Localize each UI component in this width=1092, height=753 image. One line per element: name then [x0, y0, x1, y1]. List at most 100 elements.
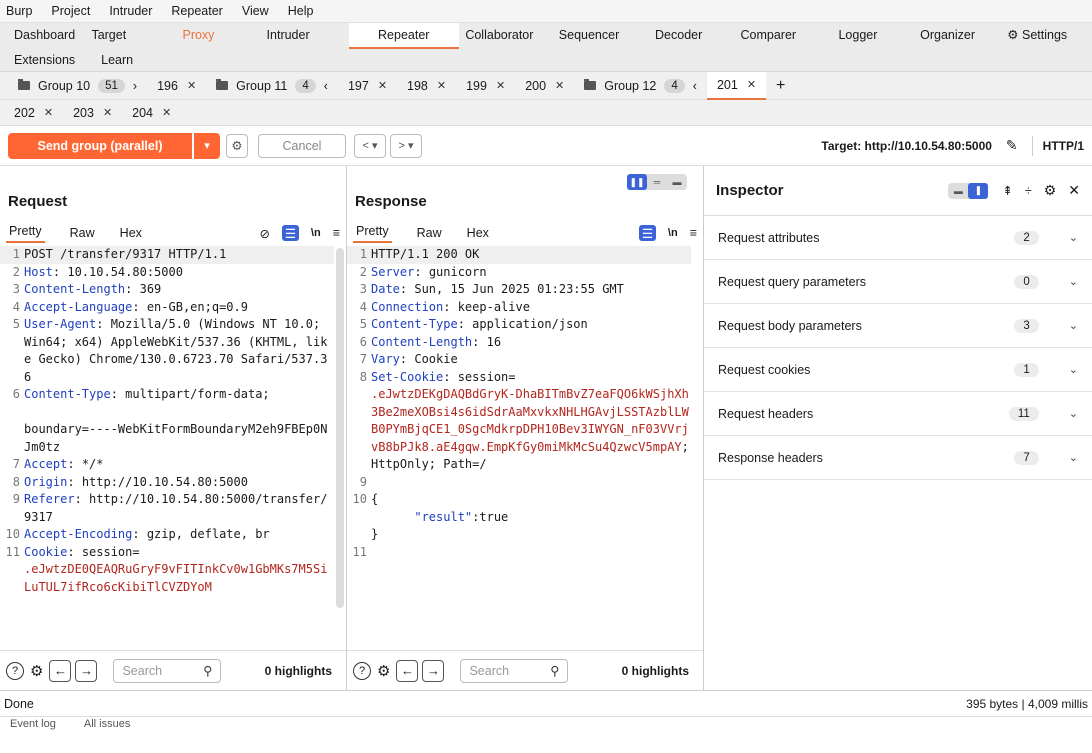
chevron-right-icon[interactable]: › [133, 79, 137, 93]
inspector-section[interactable]: Request cookies 1 ⌄ [704, 348, 1092, 392]
tab-raw[interactable]: Raw [70, 226, 95, 240]
layout-side-icon[interactable]: ❚ [968, 182, 989, 199]
repeater-tab-active[interactable]: 201 ✕ [706, 71, 767, 100]
group-tab-12[interactable]: Group 12 4 ‹ [574, 72, 707, 100]
help-icon[interactable]: ? [6, 661, 24, 680]
chevron-down-icon[interactable]: ⌄ [1069, 231, 1078, 244]
close-icon[interactable]: ✕ [1068, 182, 1080, 199]
repeater-tab[interactable]: 204 ✕ [122, 99, 181, 127]
scrollbar[interactable] [336, 248, 344, 608]
menu-help[interactable]: Help [288, 4, 314, 18]
newline-icon[interactable]: \n [311, 227, 321, 239]
gear-icon[interactable]: ⚙ [377, 662, 390, 680]
expand-all-icon[interactable]: ⇞ [1002, 183, 1012, 198]
tab-intruder[interactable]: Intruder [233, 23, 343, 49]
close-icon[interactable]: ✕ [496, 79, 505, 92]
cookie-value: .eJwtzDEKgDAQBdGryK-DhaBITmBvZ7eaFQO6kWS… [371, 387, 689, 454]
chevron-down-icon[interactable]: ⌄ [1069, 363, 1078, 376]
forward-button[interactable]: > ▾ [390, 133, 422, 158]
split-view-icon[interactable]: ❚❚ [627, 174, 647, 190]
close-icon[interactable]: ✕ [162, 106, 171, 119]
tab-raw[interactable]: Raw [417, 226, 442, 240]
send-options-dropdown[interactable]: ▾ [194, 132, 220, 159]
close-icon[interactable]: ✕ [747, 78, 756, 91]
line-content: HTTP/1.1 200 OK [371, 246, 691, 264]
prev-match-button[interactable]: ← [396, 659, 419, 682]
repeater-tab[interactable]: 198 ✕ [397, 72, 456, 100]
tab-learn[interactable]: Learn [101, 53, 133, 67]
edit-target-icon[interactable]: ✎ [1006, 137, 1018, 154]
close-icon[interactable]: ✕ [44, 106, 53, 119]
format-icon[interactable]: ☰ [638, 225, 656, 241]
repeater-tab[interactable]: 196 ✕ [147, 72, 206, 100]
request-editor[interactable]: 1 POST /transfer/9317 HTTP/1.1 2 Host: 10.1… [0, 246, 334, 596]
send-settings-button[interactable]: ⚙ [226, 133, 248, 158]
tab-hex[interactable]: Hex [467, 226, 489, 240]
inspector-section[interactable]: Response headers 7 ⌄ [704, 436, 1092, 480]
group-tab-10[interactable]: Group 10 51 › [8, 72, 147, 100]
close-icon[interactable]: ✕ [103, 106, 112, 119]
tab-settings[interactable]: ⚙ Settings [982, 23, 1092, 49]
inspector-section[interactable]: Request attributes 2 ⌄ [704, 216, 1092, 260]
horizontal-view-icon[interactable]: ═ [647, 174, 667, 190]
repeater-tab[interactable]: 200 ✕ [515, 72, 574, 100]
search-input[interactable]: Search ⚲ [113, 658, 222, 683]
chevron-down-icon[interactable]: ⌄ [1069, 407, 1078, 420]
single-view-icon[interactable]: ▬ [667, 174, 687, 190]
menu-icon[interactable]: ≡ [333, 226, 340, 240]
header-name: Accept [24, 457, 68, 471]
next-match-button[interactable]: → [75, 659, 98, 682]
newline-icon[interactable]: \n [668, 227, 678, 239]
close-icon[interactable]: ✕ [378, 79, 387, 92]
header-value: */* [81, 457, 104, 471]
event-log-link[interactable]: Event log [10, 718, 56, 730]
next-match-button[interactable]: → [422, 659, 445, 682]
menu-burp[interactable]: Burp [6, 4, 32, 18]
menu-intruder[interactable]: Intruder [109, 4, 152, 18]
close-icon[interactable]: ✕ [437, 79, 446, 92]
repeater-tab[interactable]: 199 ✕ [456, 72, 515, 100]
repeater-tab[interactable]: 197 ✕ [338, 72, 397, 100]
new-tab-button[interactable]: + [766, 72, 795, 100]
header-name: Content-Type [24, 387, 111, 401]
menu-icon[interactable]: ≡ [690, 226, 697, 240]
close-icon[interactable]: ✕ [555, 79, 564, 92]
response-editor[interactable]: 1 HTTP/1.1 200 OK 2 Server: gunicorn 3 Date: … [347, 246, 691, 561]
send-group-button[interactable]: Send group (parallel) [8, 132, 192, 159]
layout-list-icon[interactable]: ▬ [948, 183, 968, 199]
tab-extensions[interactable]: Extensions [14, 53, 75, 67]
chevron-down-icon[interactable]: ⌄ [1069, 275, 1078, 288]
menu-view[interactable]: View [242, 4, 269, 18]
tab-pretty[interactable]: Pretty [353, 224, 392, 243]
gear-icon[interactable]: ⚙ [30, 662, 43, 680]
inspector-section[interactable]: Request query parameters 0 ⌄ [704, 260, 1092, 304]
collapse-all-icon[interactable]: ÷ [1025, 184, 1032, 198]
back-button[interactable]: < ▾ [354, 133, 386, 158]
group-tab-11[interactable]: Group 11 4 ‹ [206, 72, 338, 100]
tab-repeater[interactable]: Repeater [348, 22, 459, 49]
gear-icon[interactable]: ⚙ [1044, 182, 1057, 199]
tab-hex[interactable]: Hex [120, 226, 142, 240]
chevron-down-icon[interactable]: ⌄ [1069, 319, 1078, 332]
all-issues-link[interactable]: All issues [84, 718, 130, 730]
count-badge: 4 [664, 78, 685, 93]
tab-pretty[interactable]: Pretty [6, 224, 45, 243]
chevron-left-icon: < ▾ [362, 140, 378, 152]
close-icon[interactable]: ✕ [187, 79, 196, 92]
repeater-tab[interactable]: 203 ✕ [63, 99, 122, 127]
search-input[interactable]: Search ⚲ [460, 658, 569, 683]
prev-match-button[interactable]: ← [49, 659, 72, 682]
repeater-tab[interactable]: 202 ✕ [4, 99, 63, 127]
format-icon[interactable]: ☰ [281, 225, 299, 241]
menu-project[interactable]: Project [51, 4, 90, 18]
cancel-button[interactable]: Cancel [258, 133, 346, 158]
menu-repeater[interactable]: Repeater [171, 4, 222, 18]
http-version[interactable]: HTTP/1 [1043, 139, 1084, 153]
chevron-down-icon[interactable]: ⌄ [1069, 451, 1078, 464]
help-icon[interactable]: ? [353, 661, 371, 680]
hide-icon[interactable]: ⊘ [259, 226, 269, 241]
chevron-left-icon[interactable]: ‹ [324, 79, 328, 93]
chevron-left-icon[interactable]: ‹ [693, 79, 697, 93]
inspector-section[interactable]: Request body parameters 3 ⌄ [704, 304, 1092, 348]
inspector-section[interactable]: Request headers 11 ⌄ [704, 392, 1092, 436]
